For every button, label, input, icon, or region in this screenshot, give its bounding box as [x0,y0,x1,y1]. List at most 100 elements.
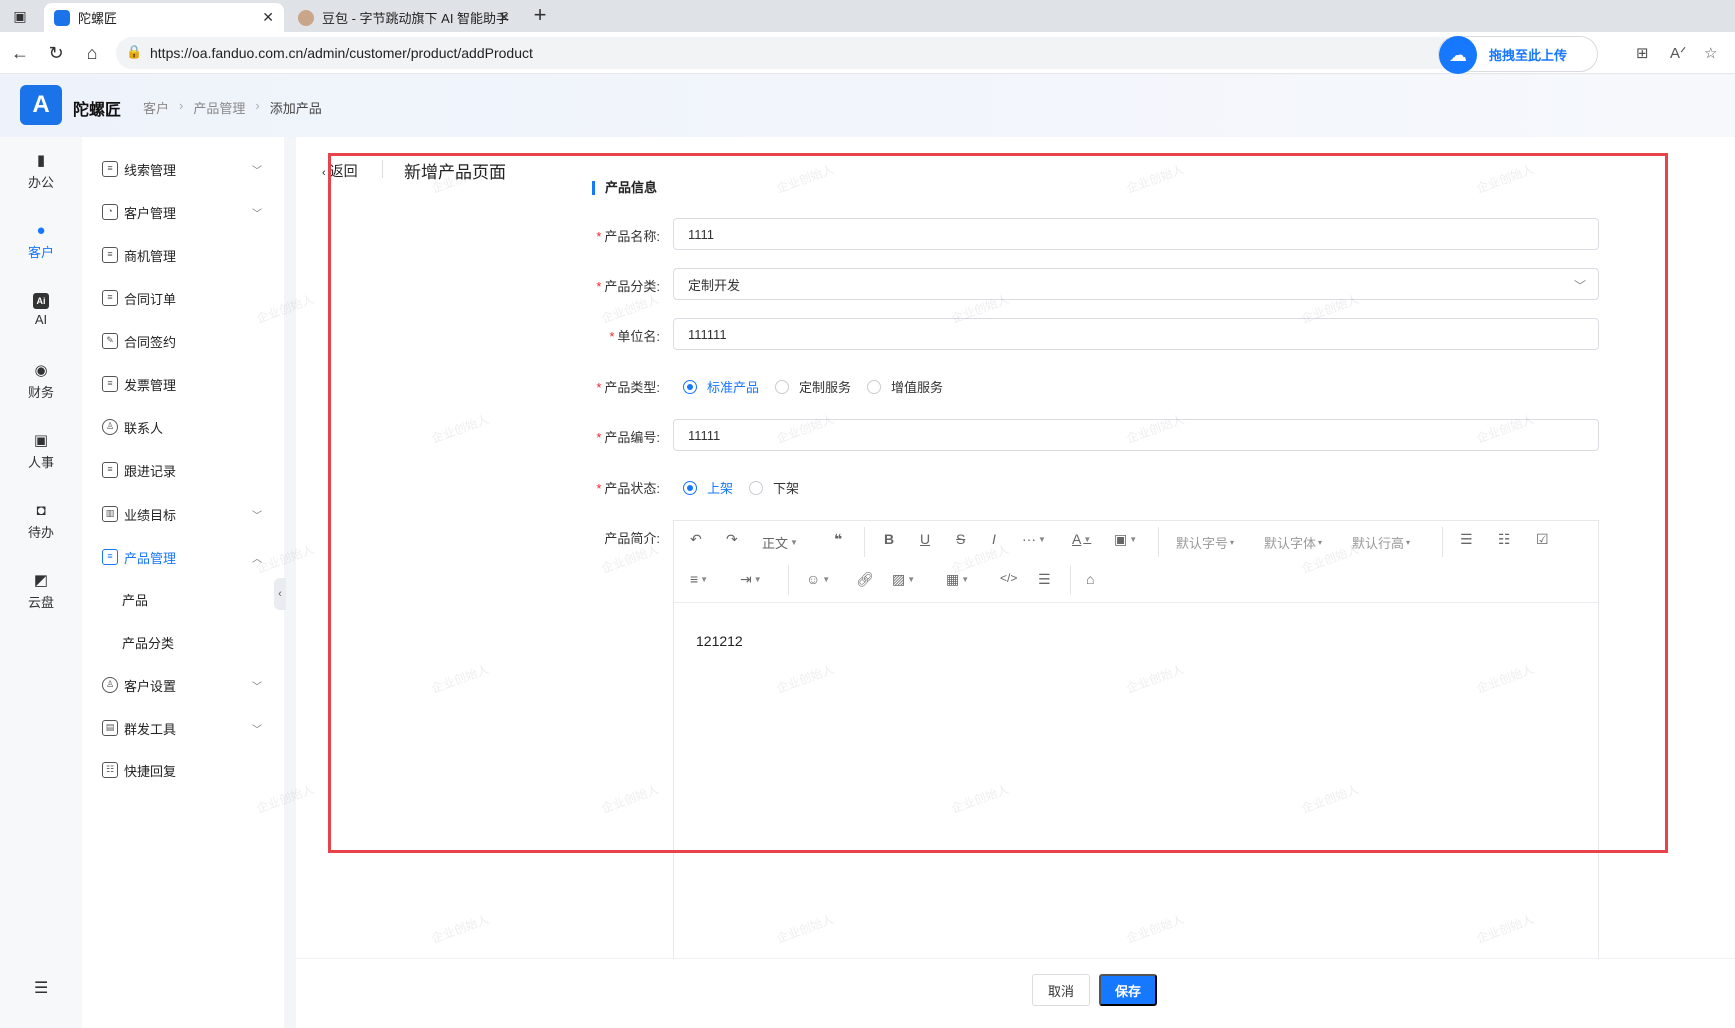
font-size-select[interactable]: 默认字号 ▾ [1176,533,1234,552]
sidebar-item-customer-settings[interactable]: ♙ 客户设置 ﹀ [102,670,272,700]
rail-item-todo[interactable]: ◘ 待办 [0,503,82,541]
breadcrumb-item[interactable]: 产品管理 [193,98,245,117]
reload-icon[interactable]: ↻ [44,41,68,65]
sidebar-item-mass-send[interactable]: ▤ 群发工具 ﹀ [102,713,272,743]
read-aloud-icon[interactable]: Aᐟ [1670,44,1686,62]
table-icon[interactable]: ▦ ▼ [946,571,969,588]
product-status-label: * 产品状态: [580,478,660,497]
split-screen-icon[interactable]: ⊞ [1636,44,1649,62]
new-tab-button[interactable]: + [528,2,552,27]
page-title: 新增产品页面 [404,163,506,182]
indent-icon[interactable]: ⇥ ▼ [740,571,762,588]
toolbar-divider [1070,565,1071,595]
strikethrough-icon[interactable]: S [956,531,965,547]
sidebar-item-leads[interactable]: ≡ 线索管理 ﹀ [102,154,272,184]
rail-label: AI [34,312,48,327]
unit-name-input[interactable]: 111111 [673,318,1599,350]
rail-item-cloud[interactable]: ◩ 云盘 [0,573,82,611]
label-text: 产品编号: [604,430,660,445]
bulleted-list-icon[interactable]: ☰ [1460,531,1473,548]
undo-icon[interactable]: ↶ [690,531,702,548]
clear-format-icon[interactable]: ⌂ [1086,571,1094,587]
align-icon[interactable]: ≡ ▼ [690,571,708,587]
sidebar-item-opportunities[interactable]: ≡ 商机管理 [102,240,272,270]
url-field[interactable]: 🔒 https://oa.fanduo.com.cn/admin/custome… [116,37,1592,69]
doubao-favicon-icon [298,9,314,26]
numbered-list-icon[interactable]: ☷ [1498,531,1511,548]
sidebar-item-followups[interactable]: ≡ 跟进记录 [102,455,272,485]
product-code-input[interactable]: 11111 [673,419,1599,451]
more-icon[interactable]: ··· ▼ [1022,531,1046,547]
chevron-down-icon: ﹀ [252,681,262,693]
window-menu-icon[interactable]: ▣ [8,4,32,28]
rail-item-office[interactable]: ▮ 办公 [0,153,82,191]
radio-label: 定制服务 [799,380,852,395]
close-tab-icon[interactable]: ✕ [262,9,274,26]
rail-item-hr[interactable]: ▣ 人事 [0,433,82,471]
tab-label: 陀螺匠 [78,11,118,26]
browser-tab[interactable]: 豆包 - 字节跳动旗下 AI 智能助手 ✕ [288,3,520,32]
input-value: 111111 [688,326,727,342]
radio-standard-product[interactable]: 标准产品 [683,377,759,396]
radio-value-added-service[interactable]: 增值服务 [867,377,943,396]
rail-item-ai[interactable]: Ai AI [0,293,82,327]
sidebar-item-targets[interactable]: ▥ 业绩目标 ﹀ [102,499,272,529]
breadcrumb-item[interactable]: 客户 [143,98,169,117]
link-icon[interactable]: 🔗︎ [856,571,874,588]
font-family-select[interactable]: 默认字体 ▾ [1264,533,1322,552]
divider-line-icon[interactable]: ☰ [1038,571,1051,588]
caret-down-icon: ▼ [1129,535,1138,544]
sidebar-subitem-product[interactable]: 产品 [122,584,292,614]
app-logo-icon[interactable]: A [20,85,62,125]
radio-on-shelf[interactable]: 上架 [683,478,733,497]
sidebar-item-quick-reply[interactable]: ☷ 快捷回复 [102,755,272,785]
sidebar-item-orders[interactable]: ≡ 合同订单 [102,283,272,313]
sidebar-item-label: 发票管理 [124,377,177,393]
back-button[interactable]: ‹ 返回 [322,161,358,181]
sidebar-item-label: 联系人 [124,420,164,436]
image-icon[interactable]: ▨ ▼ [892,571,915,588]
rail-item-customer[interactable]: ● 客户 [0,223,82,261]
rail-item-finance[interactable]: ◉ 财务 [0,363,82,401]
code-icon[interactable]: </> [1000,571,1017,585]
sidebar-item-contacts[interactable]: ♙ 联系人 [102,412,272,442]
document-icon: ≡ [102,161,118,177]
sidebar-subitem-product-category[interactable]: 产品分类 [122,627,292,657]
radio-custom-service[interactable]: 定制服务 [775,377,851,396]
emoji-icon[interactable]: ☺ ▼ [806,571,830,587]
sidebar-item-products[interactable]: ≡ 产品管理 ︿ [102,542,272,572]
quote-icon[interactable]: ❝ [834,531,842,548]
bold-icon[interactable]: B [884,531,894,547]
radio-label: 增值服务 [891,380,944,395]
drag-upload-button[interactable]: ☁ 拖拽至此上传 [1438,36,1598,74]
cancel-button[interactable]: 取消 [1032,974,1090,1006]
todo-checkbox-icon[interactable]: ☑ [1536,531,1549,548]
favorite-star-icon[interactable]: ☆ [1704,44,1717,62]
home-icon[interactable]: ⌂ [80,41,104,65]
unit-name-label: * 单位名: [580,326,660,345]
redo-icon[interactable]: ↷ [726,531,738,548]
product-category-select[interactable]: 定制开发 ﹀ [673,268,1599,300]
back-icon[interactable]: ← [8,41,32,65]
collapse-sidebar-button[interactable]: ‹ [274,578,286,610]
browser-tab-active[interactable]: 陀螺匠 ✕ [44,3,284,32]
font-color-icon[interactable]: A ▼ [1072,531,1091,547]
radio-off-shelf[interactable]: 下架 [749,478,799,497]
editor-content[interactable]: 121212 [696,633,743,649]
sidebar-item-customers[interactable]: ◔ 客户管理 ﹀ [102,197,272,227]
close-tab-icon[interactable]: ✕ [498,9,510,26]
settings-list-icon[interactable]: ☰ [34,978,48,998]
required-mark: * [596,430,602,445]
italic-icon[interactable]: I [992,531,996,547]
background-color-icon[interactable]: ▣ ▼ [1114,531,1137,548]
underline-icon[interactable]: U [920,531,930,547]
rail-label: 财务 [27,385,54,400]
paragraph-format-select[interactable]: 正文 ▼ [762,533,798,552]
badge-icon: ▣ [33,432,49,449]
product-name-input[interactable]: 1111 [673,218,1599,250]
radio-label: 上架 [707,481,734,496]
sidebar-item-invoices[interactable]: ≡ 发票管理 [102,369,272,399]
line-height-select[interactable]: 默认行高 ▾ [1352,533,1410,552]
save-button[interactable]: 保存 [1099,974,1157,1006]
sidebar-item-contract-sign[interactable]: ✎ 合同签约 [102,326,272,356]
